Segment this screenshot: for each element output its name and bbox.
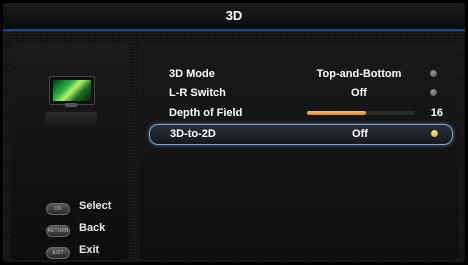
depth-slider-fill	[307, 111, 367, 115]
arrow-icon	[431, 130, 438, 137]
menu-item-3d-mode[interactable]: 3D Mode Top-and-Bottom	[149, 65, 451, 84]
content-area: OK Select RETURN Back EXIT Exit 3D Mode …	[3, 32, 465, 262]
menu-item-3d-to-2d[interactable]: 3D-to-2D Off	[149, 124, 453, 145]
window-title: 3D	[3, 3, 465, 31]
arrow-icon	[430, 70, 437, 77]
legend-exit[interactable]: EXIT Exit	[11, 243, 129, 261]
arrow-icon	[430, 89, 437, 96]
depth-slider[interactable]	[307, 111, 415, 115]
tv-icon	[49, 76, 95, 108]
osd-window: 3D OK Select RETURN Back EXIT Exit 3D Mo…	[3, 3, 465, 262]
legend-back[interactable]: RETURN Back	[11, 221, 129, 239]
return-button-icon: RETURN	[46, 225, 70, 237]
tv-reflection	[45, 112, 97, 128]
settings-panel: 3D Mode Top-and-Bottom L-R Switch Off De…	[139, 42, 459, 260]
ok-button-icon: OK	[46, 203, 70, 215]
legend-select[interactable]: OK Select	[11, 199, 129, 217]
menu-item-lr-switch[interactable]: L-R Switch Off	[149, 84, 451, 103]
left-panel: OK Select RETURN Back EXIT Exit	[11, 42, 129, 260]
menu-item-depth-of-field[interactable]: Depth of Field 16	[149, 104, 451, 123]
exit-button-icon: EXIT	[46, 247, 70, 259]
